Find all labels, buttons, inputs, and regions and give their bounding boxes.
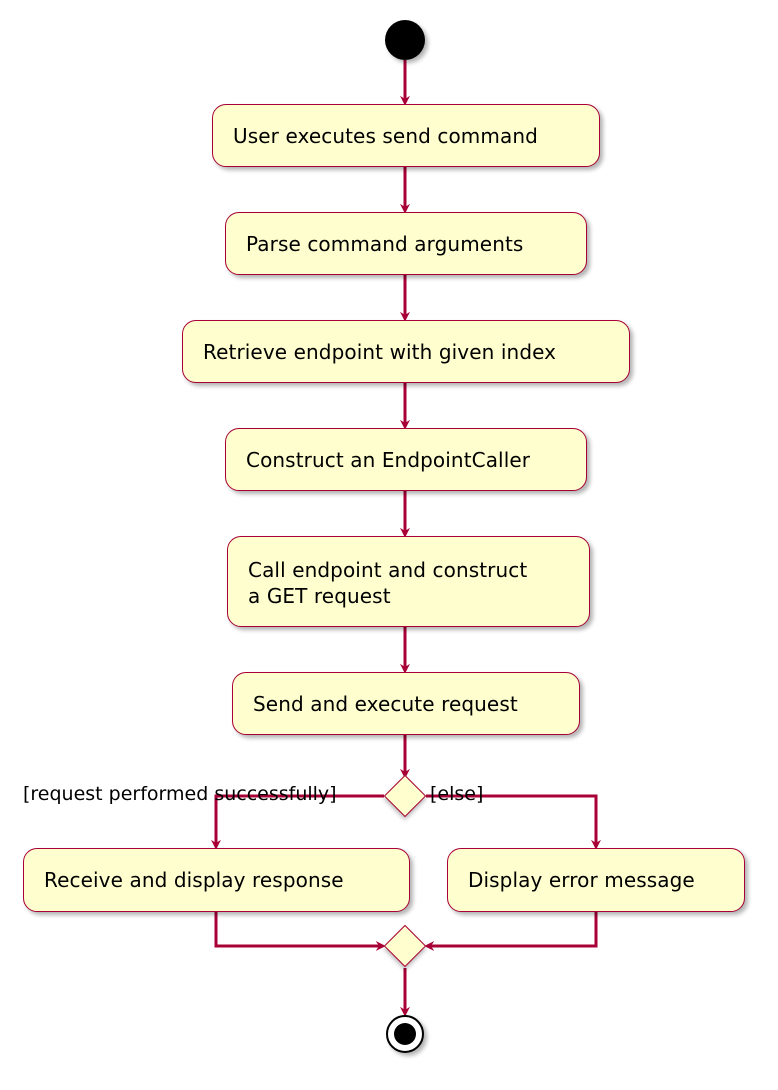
guard-label-success: [request performed successfully] bbox=[23, 783, 337, 805]
activity-label: Send and execute request bbox=[253, 691, 518, 716]
activity-construct-an-endpointcaller[interactable]: Construct an EndpointCaller bbox=[225, 428, 587, 491]
activity-label: Receive and display response bbox=[44, 868, 344, 892]
activity-call-endpoint-and-construct-get-request[interactable]: Call endpoint and construct a GET reques… bbox=[227, 536, 590, 627]
decision-diamond-shape bbox=[383, 774, 427, 818]
initial-node bbox=[385, 20, 425, 60]
activity-label: Call endpoint and construct a GET reques… bbox=[248, 557, 528, 608]
activity-label: Construct an EndpointCaller bbox=[246, 447, 531, 472]
activity-label: User executes send command bbox=[233, 123, 538, 148]
final-node bbox=[386, 1015, 424, 1053]
activity-parse-command-arguments[interactable]: Parse command arguments bbox=[225, 212, 587, 275]
activity-send-and-execute-request[interactable]: Send and execute request bbox=[232, 672, 580, 735]
guard-label-else: [else] bbox=[430, 783, 484, 805]
activity-retrieve-endpoint-with-given-index[interactable]: Retrieve endpoint with given index bbox=[182, 320, 630, 383]
merge-diamond[interactable] bbox=[383, 924, 427, 968]
activity-user-executes-send-command[interactable]: User executes send command bbox=[212, 104, 600, 167]
activity-label: Retrieve endpoint with given index bbox=[203, 339, 557, 364]
activity-label: Parse command arguments bbox=[246, 231, 524, 256]
activity-receive-and-display-response[interactable]: Receive and display response bbox=[23, 848, 410, 912]
decision-diamond[interactable] bbox=[383, 774, 427, 818]
final-node-inner-dot bbox=[394, 1023, 416, 1045]
activity-display-error-message[interactable]: Display error message bbox=[447, 848, 745, 912]
edge-a7-to-merge bbox=[214, 912, 386, 951]
activity-label: Display error message bbox=[468, 868, 695, 892]
activity-diagram-canvas: User executes send command Parse command… bbox=[0, 0, 778, 1090]
edge-a8-to-merge bbox=[424, 912, 598, 951]
merge-diamond-shape bbox=[383, 924, 427, 968]
